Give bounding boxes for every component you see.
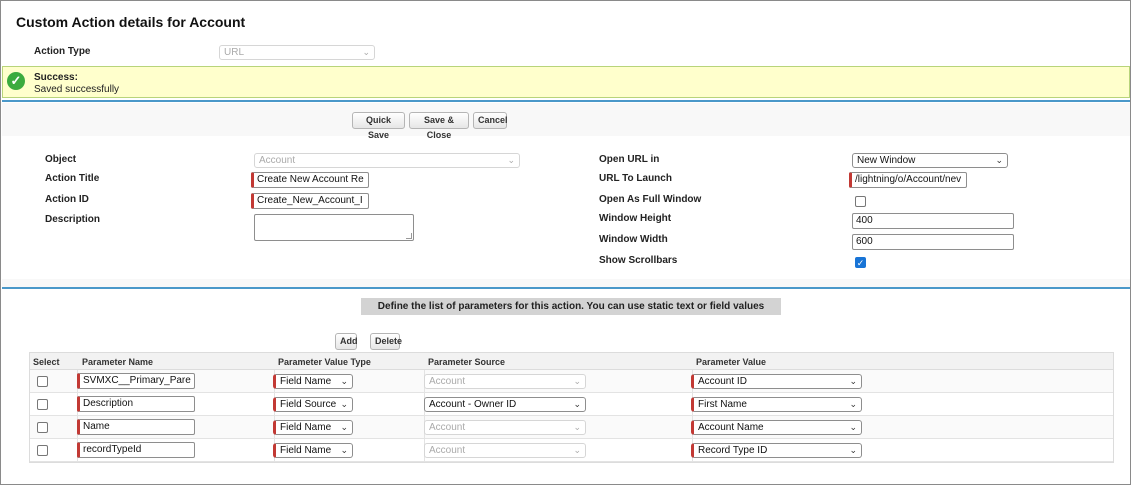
column-header-source: Parameter Source — [428, 357, 506, 367]
url-to-launch-label: URL To Launch — [599, 173, 672, 184]
delete-parameter-button[interactable]: Delete — [370, 333, 402, 350]
add-parameter-button[interactable]: Add — [335, 333, 358, 350]
parameter-value-select[interactable]: Account ID ⌄ — [691, 374, 862, 389]
parameter-value-type-select[interactable]: Field Name ⌄ — [273, 374, 353, 389]
object-label: Object — [45, 154, 77, 165]
chevron-down-icon: ⌄ — [849, 445, 857, 455]
chevron-down-icon: ⌄ — [507, 155, 515, 165]
open-full-window-checkbox[interactable] — [855, 196, 866, 207]
parameter-value-type-select[interactable]: Field Name ⌄ — [273, 420, 353, 435]
success-message-bar: ✓ Success: Saved successfully — [2, 66, 1130, 98]
parameter-source-select[interactable]: Account - Owner ID ⌄ — [424, 397, 586, 412]
action-type-select: URL ⌄ — [219, 45, 375, 60]
success-title: Success: — [34, 72, 78, 83]
row-select-checkbox[interactable] — [37, 445, 48, 456]
parameters-table: Select Parameter Name Parameter Value Ty… — [29, 352, 1114, 463]
column-header-value-type: Parameter Value Type — [278, 357, 371, 367]
column-header-select: Select — [33, 357, 60, 367]
table-header: Select Parameter Name Parameter Value Ty… — [30, 353, 1113, 370]
parameter-source-select: Account ⌄ — [424, 420, 586, 435]
save-close-button[interactable]: Save & Close — [409, 112, 469, 140]
chevron-down-icon: ⌄ — [340, 445, 348, 455]
parameter-value-select[interactable]: Record Type ID ⌄ — [691, 443, 862, 458]
section-gap — [2, 279, 1130, 287]
divider — [2, 100, 1130, 102]
window-width-label: Window Width — [599, 234, 668, 245]
table-row: Name Field Name ⌄ Account ⌄ Account Name… — [30, 416, 1113, 439]
chevron-down-icon: ⌄ — [849, 399, 857, 409]
action-id-input[interactable]: Create_New_Account_I — [251, 193, 369, 209]
parameter-value-type-select[interactable]: Field Name ⌄ — [273, 443, 353, 458]
parameter-name-input[interactable]: Name — [77, 419, 195, 435]
description-label: Description — [45, 214, 101, 225]
object-select: Account ⌄ — [254, 153, 520, 168]
action-id-label: Action ID — [45, 194, 89, 205]
open-full-window-label: Open As Full Window — [599, 194, 702, 205]
parameter-source-select: Account ⌄ — [424, 443, 586, 458]
parameter-name-input[interactable]: Description — [77, 396, 195, 412]
open-url-in-select[interactable]: New Window ⌄ — [852, 153, 1008, 168]
chevron-down-icon: ⌄ — [573, 445, 581, 455]
url-to-launch-input[interactable]: /lightning/o/Account/nev — [849, 172, 967, 188]
table-row: SVMXC__Primary_Pare Field Name ⌄ Account… — [30, 370, 1113, 393]
column-header-parameter-name: Parameter Name — [82, 357, 154, 367]
chevron-down-icon: ⌄ — [849, 422, 857, 432]
row-select-checkbox[interactable] — [37, 376, 48, 387]
action-title-input[interactable]: Create New Account Re — [251, 172, 369, 188]
window-height-input[interactable]: 400 — [852, 213, 1014, 229]
description-textarea[interactable] — [254, 214, 414, 241]
parameter-name-input[interactable]: recordTypeId — [77, 442, 195, 458]
chevron-down-icon: ⌄ — [362, 47, 370, 57]
window-height-label: Window Height — [599, 213, 672, 224]
page-title: Custom Action details for Account — [16, 14, 246, 30]
parameters-banner: Define the list of parameters for this a… — [361, 298, 781, 315]
parameter-value-select[interactable]: First Name ⌄ — [691, 397, 862, 412]
check-circle-icon: ✓ — [7, 72, 25, 90]
chevron-down-icon: ⌄ — [340, 422, 348, 432]
chevron-down-icon: ⌄ — [573, 399, 581, 409]
toolbar-panel — [2, 103, 1130, 136]
table-row: recordTypeId Field Name ⌄ Account ⌄ Reco… — [30, 439, 1113, 462]
action-title-label: Action Title — [45, 173, 100, 184]
success-message: Saved successfully — [34, 84, 120, 95]
parameter-name-input[interactable]: SVMXC__Primary_Pare — [77, 373, 195, 389]
chevron-down-icon: ⌄ — [573, 422, 581, 432]
table-row: Description Field Source ⌄ Account - Own… — [30, 393, 1113, 416]
show-scrollbars-label: Show Scrollbars — [599, 255, 678, 266]
action-type-label: Action Type — [34, 46, 91, 57]
chevron-down-icon: ⌄ — [340, 399, 348, 409]
divider — [2, 287, 1130, 289]
show-scrollbars-checkbox[interactable]: ✓ — [855, 257, 866, 268]
custom-action-window: Custom Action details for Account Action… — [0, 0, 1131, 485]
chevron-down-icon: ⌄ — [340, 376, 348, 386]
row-select-checkbox[interactable] — [37, 399, 48, 410]
parameter-value-select[interactable]: Account Name ⌄ — [691, 420, 862, 435]
open-url-in-label: Open URL in — [599, 154, 660, 165]
chevron-down-icon: ⌄ — [849, 376, 857, 386]
column-header-value: Parameter Value — [696, 357, 767, 367]
row-select-checkbox[interactable] — [37, 422, 48, 433]
cancel-button[interactable]: Cancel — [473, 112, 508, 129]
table-body: SVMXC__Primary_Pare Field Name ⌄ Account… — [30, 370, 1113, 462]
quick-save-button[interactable]: Quick Save — [352, 112, 405, 140]
parameter-source-select: Account ⌄ — [424, 374, 586, 389]
window-width-input[interactable]: 600 — [852, 234, 1014, 250]
chevron-down-icon: ⌄ — [573, 376, 581, 386]
chevron-down-icon: ⌄ — [995, 155, 1003, 165]
parameter-value-type-select[interactable]: Field Source ⌄ — [273, 397, 353, 412]
